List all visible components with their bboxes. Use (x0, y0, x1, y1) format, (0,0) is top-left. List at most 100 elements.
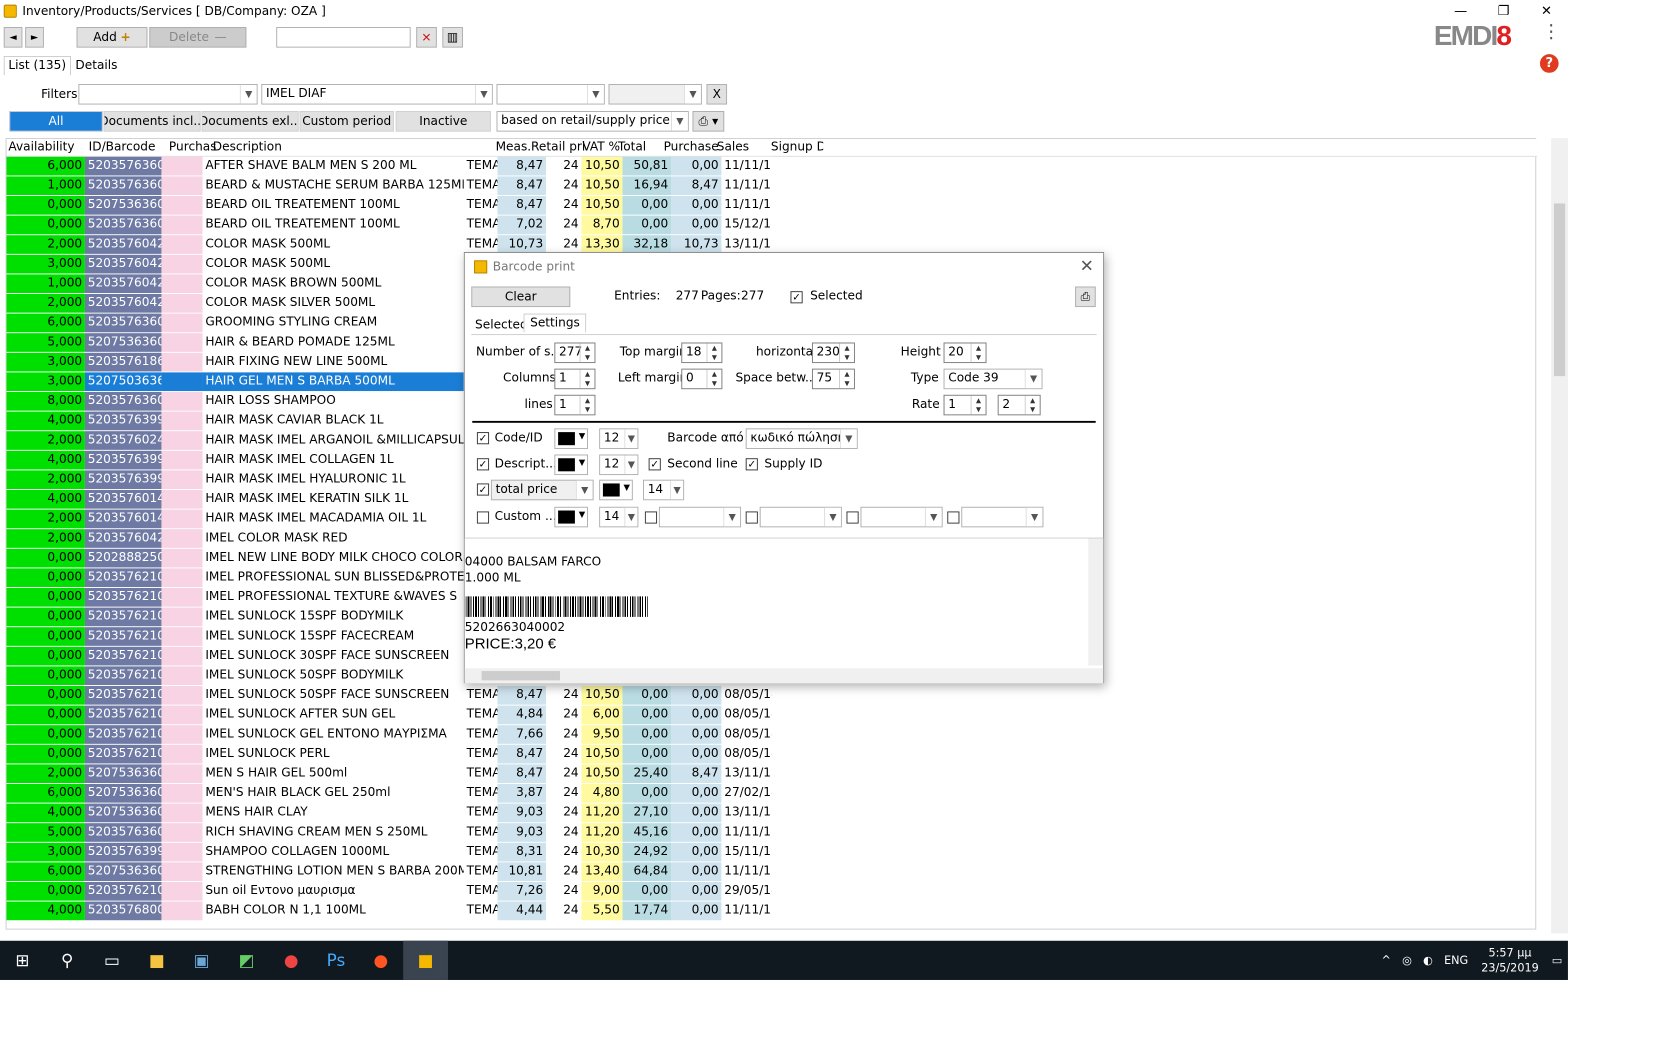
table-cell[interactable] (161, 176, 203, 196)
start-icon[interactable]: ⊞ (0, 941, 45, 980)
number-spinner[interactable]: 277 ▲ ▼ (554, 342, 596, 364)
table-cell[interactable]: 13/11/17 (721, 803, 772, 823)
tab-selected[interactable]: Selected (471, 316, 531, 334)
segment-custom-period[interactable]: Custom period (299, 111, 394, 132)
table-cell[interactable]: 24 (545, 195, 582, 215)
col-header[interactable]: Total (618, 140, 657, 154)
table-cell[interactable]: 5,000 (6, 333, 85, 352)
table-cell[interactable] (161, 862, 203, 882)
table-cell[interactable]: MEN S HAIR GEL 500ml (202, 764, 464, 784)
table-cell[interactable]: 6,00 (581, 705, 623, 725)
table-cell[interactable]: 520357601423 (84, 509, 162, 529)
table-cell[interactable]: 520357604258 (84, 529, 162, 548)
table-cell[interactable]: 520357639993 (84, 411, 162, 431)
table-cell[interactable]: 4,000 (6, 489, 85, 509)
table-cell[interactable]: 520357621017 (84, 744, 162, 764)
table-cell[interactable]: IMEL NEW LINE BODY MILK CHOCO COLOR (202, 548, 464, 568)
table-cell[interactable]: 520357621024 (84, 568, 162, 588)
table-cell[interactable] (161, 489, 203, 509)
price-size-select[interactable]: 14 ▼ (643, 479, 685, 501)
col-header[interactable]: Purchase (664, 140, 720, 154)
table-cell[interactable] (161, 391, 203, 411)
table-cell[interactable]: 520753636013 (84, 783, 162, 803)
extra-checkbox-2[interactable] (745, 511, 758, 524)
table-cell[interactable]: 0,00 (671, 862, 722, 882)
table-cell[interactable]: 6,000 (6, 783, 85, 803)
table-cell[interactable]: 08/05/18 (721, 705, 772, 725)
minimize-button[interactable]: — (1439, 0, 1482, 22)
table-cell[interactable]: 6,000 (6, 862, 85, 882)
table-cell[interactable]: 45,16 (622, 823, 672, 842)
segment-documents-incl[interactable]: Documents incl... (103, 111, 201, 132)
table-cell[interactable]: 520288825005 (84, 548, 162, 568)
table-cell[interactable]: 10,50 (581, 156, 623, 176)
table-cell[interactable]: 24 (545, 156, 582, 176)
table-cell[interactable]: 11/11/17 (721, 195, 772, 215)
dialog-close-button[interactable]: ✕ (1080, 257, 1094, 277)
table-cell[interactable]: 520357604257 (84, 235, 162, 254)
table-cell[interactable]: HAIR FIXING NEW LINE 500ML (202, 352, 464, 372)
table-cell[interactable] (161, 666, 203, 686)
table-cell[interactable]: 0,000 (6, 195, 85, 215)
filter-combo-2[interactable]: IMEL DIAF ▼ (261, 83, 493, 105)
table-cell[interactable]: MEN'S HAIR BLACK GEL 250ml (202, 783, 464, 803)
table-cell[interactable] (161, 215, 203, 235)
extra-select-1[interactable]: ▼ (658, 506, 742, 528)
table-cell[interactable]: 0,00 (671, 901, 722, 921)
table-cell[interactable]: 0,00 (671, 881, 722, 901)
table-row[interactable]: 3,000520357639997 SHAMPOO COLLAGEN 1000ML… (6, 842, 1538, 863)
table-cell[interactable]: 3,000 (6, 352, 85, 372)
table-cell[interactable]: 520357621009 (84, 725, 162, 744)
preview-vscroll[interactable] (1088, 538, 1104, 666)
table-cell[interactable]: 520357636012 (84, 391, 162, 411)
table-cell[interactable]: 8,47 (497, 744, 546, 764)
table-cell[interactable]: 4,000 (6, 803, 85, 823)
table-cell[interactable]: TEMA (463, 803, 498, 823)
table-cell[interactable]: IMEL PROFESSIONAL SUN BLISSED&PROTE (202, 568, 464, 588)
code-size-select[interactable]: 12 ▼ (599, 428, 639, 449)
table-cell[interactable]: BABH COLOR N 1,1 100ML (202, 901, 464, 921)
table-cell[interactable] (161, 725, 203, 744)
table-cell[interactable]: 24,92 (622, 842, 672, 862)
price-basis-select[interactable]: based on retail/supply price ▼ (496, 111, 689, 132)
price-checkbox[interactable]: ✓ (476, 483, 490, 496)
table-cell[interactable]: 0,000 (6, 215, 85, 235)
table-cell[interactable]: 520357621006 (84, 607, 162, 627)
table-cell[interactable] (161, 509, 203, 529)
type-select[interactable]: Code 39 ▼ (943, 368, 1043, 390)
table-row[interactable]: 0,000520357621018 IMEL SUNLOCK AFTER SUN … (6, 705, 1538, 726)
table-cell[interactable]: TEMA (463, 823, 498, 842)
table-cell[interactable]: 0,000 (6, 881, 85, 901)
table-cell[interactable]: MENS HAIR CLAY (202, 803, 464, 823)
table-cell[interactable] (161, 607, 203, 627)
table-row[interactable]: 0,000520357636008 BEARD OIL TREATEMENT 10… (6, 215, 1538, 236)
table-cell[interactable]: 0,000 (6, 725, 85, 744)
table-cell[interactable] (161, 431, 203, 450)
spinner-arrows-icon[interactable]: ▲ ▼ (706, 369, 722, 389)
table-cell[interactable] (161, 411, 203, 431)
table-cell[interactable]: 0,00 (671, 803, 722, 823)
table-cell[interactable]: TEMA (463, 156, 498, 176)
table-cell[interactable]: 520357680011 (84, 901, 162, 921)
scroll-thumb[interactable] (1553, 203, 1566, 377)
table-row[interactable]: 6,000520753636013 MEN'S HAIR BLACK GEL 25… (6, 783, 1538, 804)
spinner-arrows-icon[interactable]: ▲ ▼ (839, 343, 854, 363)
segment-documents-excl[interactable]: Documents exl... (201, 111, 299, 132)
horizontal-spinner[interactable]: 230 ▲ ▼ (811, 342, 855, 364)
table-cell[interactable]: 0,00 (671, 744, 722, 764)
table-cell[interactable]: 8,000 (6, 391, 85, 411)
spinner-arrows-icon[interactable]: ▲ ▼ (970, 343, 986, 363)
table-cell[interactable]: 2,000 (6, 235, 85, 254)
table-cell[interactable]: IMEL SUNLOCK 50SPF FACE SUNSCREEN (202, 685, 464, 705)
table-cell[interactable]: 24 (545, 823, 582, 842)
table-cell[interactable]: 6,000 (6, 156, 85, 176)
table-cell[interactable]: 2,000 (6, 293, 85, 313)
spinner-arrows-icon[interactable]: ▲ ▼ (1024, 395, 1040, 415)
table-cell[interactable]: 0,000 (6, 685, 85, 705)
notification-icon[interactable]: ▭ (1552, 954, 1563, 967)
table-cell[interactable]: IMEL PROFESSIONAL TEXTURE &WAVES S (202, 587, 464, 607)
table-cell[interactable] (161, 744, 203, 764)
table-cell[interactable]: 0,000 (6, 587, 85, 607)
table-cell[interactable]: HAIR LOSS SHAMPOO (202, 391, 464, 411)
table-cell[interactable]: TEMA (463, 842, 498, 862)
